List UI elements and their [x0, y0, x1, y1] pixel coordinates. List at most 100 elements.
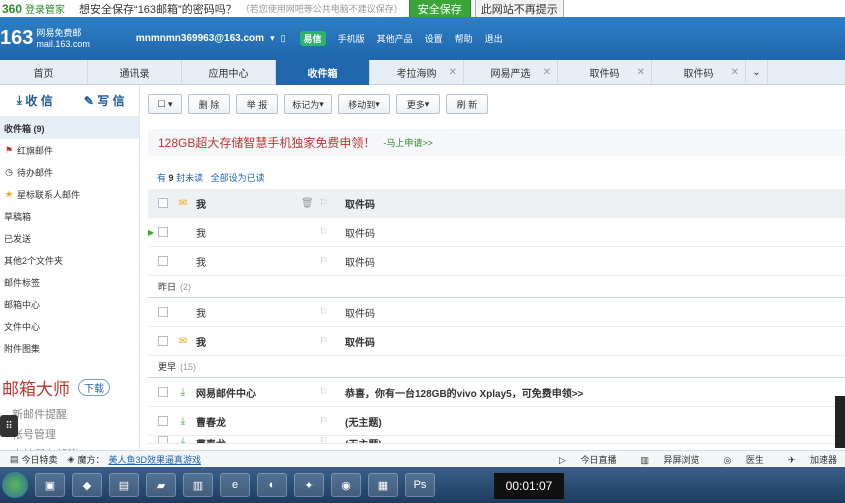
taskbar-app-icon[interactable]: ◐	[257, 473, 287, 497]
flag-icon[interactable]: ⚐	[319, 198, 339, 209]
taskbar-photoshop-icon[interactable]: Ps	[405, 473, 435, 497]
sidebar-item-other-folders[interactable]: 其他2个文件夹	[0, 249, 139, 271]
mail-subject[interactable]: 取件码	[345, 334, 375, 349]
unread-count[interactable]: 9	[169, 173, 174, 183]
taskbar-app-icon[interactable]: ▦	[368, 473, 398, 497]
table-row[interactable]: ✉ 我 ⚐ 取件码	[148, 327, 845, 356]
promo-download-button[interactable]: 下载	[78, 379, 110, 396]
close-icon[interactable]: ✕	[731, 67, 739, 78]
select-all-dropdown[interactable]: ☐ ▾	[148, 94, 182, 114]
row-checkbox[interactable]	[158, 387, 168, 397]
never-prompt-button[interactable]: 此网站不再提示	[474, 0, 564, 19]
tab-yanxuan[interactable]: 网易严选 ✕	[464, 60, 558, 85]
header-link-settings[interactable]: 设置	[425, 32, 443, 45]
sidebar-item-flagged[interactable]: ⚑ 红旗邮件	[0, 139, 139, 161]
sidebar-item-file-center[interactable]: 文件中心	[0, 315, 139, 337]
tab-more-dropdown[interactable]: ⌄	[746, 60, 768, 85]
taskbar-app-icon[interactable]: ▣	[35, 473, 65, 497]
accelerator-link[interactable]: ✈ 加速器	[776, 453, 837, 466]
group-header-yesterday[interactable]: 昨日 (2)	[148, 276, 845, 298]
mail-subject[interactable]: (无主题)	[345, 436, 382, 443]
mail-subject[interactable]: 取件码	[345, 196, 375, 211]
close-icon[interactable]: ✕	[449, 67, 457, 78]
yixin-button[interactable]: 易信	[299, 31, 326, 46]
tab-home[interactable]: 首页	[0, 60, 88, 85]
flag-icon[interactable]: ⚐	[319, 307, 339, 318]
table-row[interactable]: ✉ 我 🗑 ⚐ 取件码	[148, 189, 845, 218]
taskbar-ie-icon[interactable]: e	[220, 473, 250, 497]
sidebar-item-todo[interactable]: ◷ 待办邮件	[0, 161, 139, 183]
chevron-down-icon[interactable]: ▾	[270, 33, 275, 44]
sidebar-item-sent[interactable]: 已发送	[0, 227, 139, 249]
mail-subject[interactable]: 取件码	[345, 254, 375, 269]
taskbar-app-icon[interactable]: ▥	[183, 473, 213, 497]
taskbar-app-icon[interactable]: ◆	[72, 473, 102, 497]
move-to-dropdown[interactable]: 移动到 ▾	[338, 94, 390, 114]
mail-subject[interactable]: 恭喜，你有一台128GB的vivo Xplay5，可免费申领>>	[345, 385, 583, 400]
tab-app-center[interactable]: 应用中心	[182, 60, 276, 85]
close-icon[interactable]: ✕	[543, 67, 551, 78]
account-email[interactable]: mnmnmn369963@163.com	[136, 33, 264, 44]
table-row[interactable]: ⤓ 网易邮件中心 ⚐ 恭喜，你有一台128GB的vivo Xplay5，可免费申…	[148, 378, 845, 407]
mark-as-dropdown[interactable]: 标记为 ▾	[284, 94, 332, 114]
row-checkbox[interactable]	[158, 227, 168, 237]
header-link-help[interactable]: 帮助	[455, 32, 473, 45]
sidebar-item-mail-center[interactable]: 邮箱中心	[0, 293, 139, 315]
taskbar-app-icon[interactable]: ✦	[294, 473, 324, 497]
tab-kaola[interactable]: 考拉海购 ✕	[370, 60, 464, 85]
tab-inbox[interactable]: 收件箱	[276, 60, 370, 85]
mail-subject[interactable]: 取件码	[345, 305, 375, 320]
flag-icon[interactable]: ⚐	[319, 416, 339, 427]
163-logo[interactable]: 163	[0, 27, 33, 50]
header-link-logout[interactable]: 退出	[485, 32, 503, 45]
split-screen-link[interactable]: ▥ 异屏浏览	[628, 453, 699, 466]
flag-icon[interactable]: ⚐	[319, 256, 339, 267]
more-dropdown[interactable]: 更多 ▾	[396, 94, 440, 114]
sidebar-item-labels[interactable]: 邮件标签	[0, 271, 139, 293]
report-button[interactable]: 举 报	[236, 94, 278, 114]
trash-icon[interactable]: 🗑	[301, 198, 319, 209]
group-header-earlier[interactable]: 更早 (15)	[148, 356, 845, 378]
tab-pickup-code-2[interactable]: 取件码 ✕	[652, 60, 746, 85]
close-icon[interactable]: ✕	[637, 67, 645, 78]
game-ad-link[interactable]: 美人鱼3D效果逼真游戏	[108, 453, 201, 466]
row-checkbox[interactable]	[158, 416, 168, 426]
app-grid-icon[interactable]: ⠿	[0, 415, 18, 437]
header-link-mobile[interactable]: 手机版	[338, 32, 365, 45]
today-sale-link[interactable]: 今日特卖	[22, 453, 58, 466]
receive-button[interactable]: ⤓ 收 信	[0, 85, 70, 116]
table-row[interactable]: ▶ 我 ⚐ 取件码	[148, 218, 845, 247]
mail-subject[interactable]: (无主题)	[345, 414, 382, 429]
phone-icon[interactable]: ▯	[281, 33, 286, 44]
scrollbar-thumb[interactable]	[835, 396, 845, 448]
flag-icon[interactable]: ⚐	[319, 227, 339, 238]
taskbar-folder-icon[interactable]: ▤	[109, 473, 139, 497]
row-checkbox[interactable]	[158, 436, 168, 443]
tab-contacts[interactable]: 通讯录	[88, 60, 182, 85]
row-checkbox[interactable]	[158, 256, 168, 266]
taskbar-360-browser-icon[interactable]: ◉	[331, 473, 361, 497]
mail-subject[interactable]: 取件码	[345, 225, 375, 240]
table-row[interactable]: ⤓ 曹春龙 ⚐ (无主题)	[148, 407, 845, 436]
row-checkbox[interactable]	[158, 336, 168, 346]
live-link[interactable]: ▷ 今日直播	[547, 453, 616, 466]
sidebar-item-attachments[interactable]: 附件图集	[0, 337, 139, 359]
write-button[interactable]: ✎ 写 信	[70, 85, 140, 116]
table-row[interactable]: ⤓ 曹春龙 ⚐ (无主题)	[148, 436, 845, 444]
banner-link[interactable]: -马上申请>>	[383, 136, 433, 149]
table-row[interactable]: 我 ⚐ 取件码	[148, 298, 845, 327]
sidebar-item-inbox[interactable]: 收件箱 (9)	[0, 117, 139, 139]
flag-icon[interactable]: ⚐	[319, 387, 339, 398]
header-link-products[interactable]: 其他产品	[377, 32, 413, 45]
row-checkbox[interactable]	[158, 307, 168, 317]
taskbar-app-icon[interactable]: ▰	[146, 473, 176, 497]
doctor-link[interactable]: ◎ 医生	[712, 453, 764, 466]
safe-save-button[interactable]: 安全保存	[408, 0, 471, 19]
table-row[interactable]: 我 ⚐ 取件码	[148, 247, 845, 276]
tab-pickup-code-1[interactable]: 取件码 ✕	[558, 60, 652, 85]
flag-icon[interactable]: ⚐	[319, 336, 339, 347]
row-checkbox[interactable]	[158, 198, 168, 208]
flag-icon[interactable]: ⚐	[319, 436, 339, 443]
delete-button[interactable]: 删 除	[188, 94, 230, 114]
mark-all-read-link[interactable]: 全部设为已读	[211, 173, 265, 183]
